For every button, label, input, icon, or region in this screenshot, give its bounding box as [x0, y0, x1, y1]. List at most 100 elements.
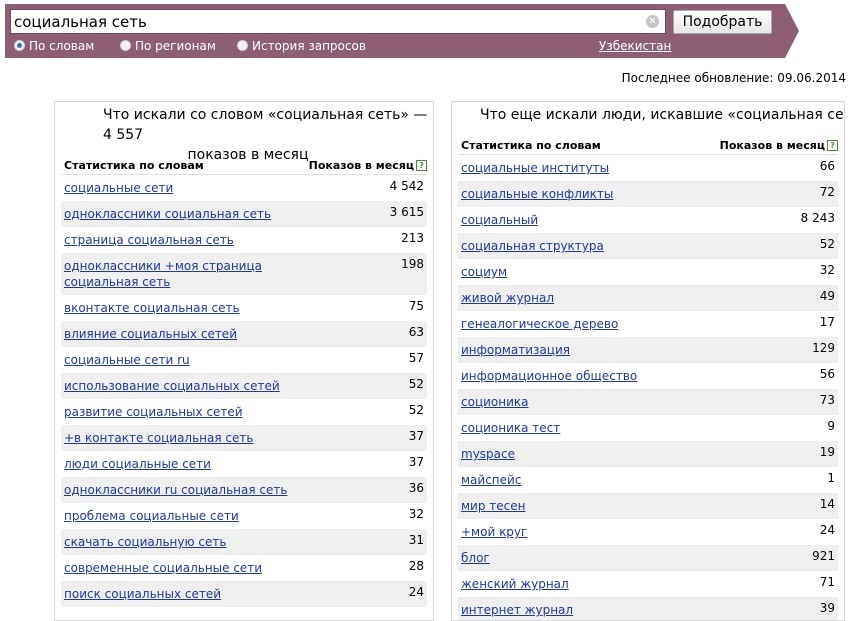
impressions-count: 24	[408, 585, 424, 599]
impressions-count: 52	[408, 377, 424, 391]
table-row: проблема социальные сети 32	[61, 503, 427, 529]
table-row: +в контакте социальная сеть 37	[61, 425, 427, 451]
radio-label[interactable]: По словам	[29, 39, 94, 53]
radio-checked-icon[interactable]	[14, 40, 25, 51]
keyword-link[interactable]: соционика	[461, 394, 529, 410]
impressions-count: 32	[408, 507, 424, 521]
table-row: использование социальных сетей 52	[61, 373, 427, 399]
impressions-count: 39	[819, 601, 835, 615]
impressions-count: 3 615	[389, 205, 424, 219]
help-icon[interactable]: ?	[416, 160, 427, 171]
impressions-count: 37	[408, 429, 424, 443]
table-row: социальная структура 52	[458, 233, 838, 259]
keyword-link[interactable]: социальные конфликты	[461, 186, 613, 202]
impressions-count: 19	[819, 445, 835, 459]
table-row: интернет журнал 39	[458, 597, 838, 620]
keyword-link[interactable]: мир тесен	[461, 498, 525, 514]
keyword-link[interactable]: женский журнал	[461, 576, 569, 592]
keyword-link[interactable]: поиск социальных сетей	[64, 586, 221, 602]
left-panel-title: Что искали со словом «социальная сеть» —…	[63, 105, 433, 165]
search-input[interactable]	[14, 10, 634, 33]
table-row: социальный 8 243	[458, 207, 838, 233]
keyword-link[interactable]: +в контакте социальная сеть	[64, 430, 253, 446]
search-bar-arrow	[785, 4, 799, 58]
help-icon[interactable]: ?	[827, 140, 838, 151]
impressions-count: 198	[401, 257, 424, 271]
impressions-count: 9	[827, 419, 835, 433]
impressions-count: 63	[408, 325, 424, 339]
table-row: люди социальные сети 37	[61, 451, 427, 477]
keyword-link[interactable]: проблема социальные сети	[64, 508, 239, 524]
keyword-link[interactable]: социальные сети ru	[64, 352, 190, 368]
keyword-link[interactable]: майспейс	[461, 472, 521, 488]
keyword-link[interactable]: информационное общество	[461, 368, 637, 384]
table-row: вконтакте социальная сеть 75	[61, 295, 427, 321]
impressions-count: 24	[819, 523, 835, 537]
region-link[interactable]: Узбекистан	[599, 39, 671, 53]
keyword-link[interactable]: одноклассники социальная сеть	[64, 206, 271, 222]
keyword-link[interactable]: использование социальных сетей	[64, 378, 280, 394]
impressions-count: 4 542	[389, 179, 424, 193]
table-row: социальные институты 66	[458, 155, 838, 181]
table-row: одноклассники ru социальная сеть 36	[61, 477, 427, 503]
table-row: социальные сети ru 57	[61, 347, 427, 373]
keyword-link[interactable]: страница социальная сеть	[64, 232, 234, 248]
keyword-link[interactable]: +мой круг	[461, 524, 527, 540]
table-row: социальные конфликты 72	[458, 181, 838, 207]
table-row: влияние социальных сетей 63	[61, 321, 427, 347]
radio-label[interactable]: По регионам	[135, 39, 216, 53]
impressions-count: 52	[819, 237, 835, 251]
impressions-count: 75	[408, 299, 424, 313]
keyword-link[interactable]: генеалогическое дерево	[461, 316, 618, 332]
right-panel: Что еще искали люди, искавшие «социальна…	[451, 101, 845, 621]
radio-icon[interactable]	[237, 40, 248, 51]
table-row: живой журнал 49	[458, 285, 838, 311]
submit-button[interactable]: Подобрать	[673, 10, 772, 34]
keyword-link[interactable]: соционика тест	[461, 420, 560, 436]
radio-by-words[interactable]: По словам	[14, 39, 94, 53]
keyword-link[interactable]: одноклассники +моя страница социальная с…	[64, 258, 264, 290]
keyword-link[interactable]: myspace	[461, 446, 515, 462]
table-row: поиск социальных сетей 24	[61, 581, 427, 607]
radio-history[interactable]: История запросов	[237, 39, 366, 53]
search-field[interactable]: ✕	[10, 9, 666, 34]
radio-icon[interactable]	[120, 40, 131, 51]
keyword-link[interactable]: влияние социальных сетей	[64, 326, 237, 342]
table-row: социальные сети 4 542	[61, 175, 427, 201]
keyword-link[interactable]: блог	[461, 550, 490, 566]
keyword-link[interactable]: современные социальные сети	[64, 560, 262, 576]
keyword-link[interactable]: социум	[461, 264, 507, 280]
keyword-link[interactable]: живой журнал	[461, 290, 554, 306]
keyword-link[interactable]: социальные институты	[461, 160, 609, 176]
left-panel-title-line2: показов в месяц	[187, 147, 309, 163]
impressions-count: 17	[819, 315, 835, 329]
keyword-link[interactable]: люди социальные сети	[64, 456, 211, 472]
left-keyword-list: социальные сети 4 542 одноклассники социал…	[61, 175, 427, 607]
keyword-link[interactable]: социальный	[461, 212, 538, 228]
impressions-count: 73	[819, 393, 835, 407]
keyword-link[interactable]: вконтакте социальная сеть	[64, 300, 240, 316]
impressions-count: 49	[819, 289, 835, 303]
impressions-count: 1	[827, 471, 835, 485]
table-row: социум 32	[458, 259, 838, 285]
impressions-count: 32	[819, 263, 835, 277]
keyword-link[interactable]: информатизация	[461, 342, 570, 358]
table-row: +мой круг 24	[458, 519, 838, 545]
left-panel: Что искали со словом «социальная сеть» —…	[54, 101, 434, 621]
clear-icon[interactable]: ✕	[646, 15, 659, 28]
keyword-link[interactable]: социальные сети	[64, 180, 173, 196]
radio-by-regions[interactable]: По регионам	[120, 39, 216, 53]
keyword-link[interactable]: одноклассники ru социальная сеть	[64, 482, 287, 498]
impressions-count: 31	[408, 533, 424, 547]
table-row: майспейс 1	[458, 467, 838, 493]
radio-label[interactable]: История запросов	[252, 39, 366, 53]
keyword-link[interactable]: социальная структура	[461, 238, 604, 254]
keyword-link[interactable]: скачать социальную сеть	[64, 534, 226, 550]
impressions-count: 28	[408, 559, 424, 573]
keyword-link[interactable]: интернет журнал	[461, 602, 573, 618]
keyword-link[interactable]: развитие социальных сетей	[64, 404, 243, 420]
right-col-count-header: Показов в месяц?	[720, 139, 838, 152]
impressions-count: 213	[401, 231, 424, 245]
table-row: развитие социальных сетей 52	[61, 399, 427, 425]
right-panel-title: Что еще искали люди, искавшие «социальна…	[480, 107, 845, 123]
